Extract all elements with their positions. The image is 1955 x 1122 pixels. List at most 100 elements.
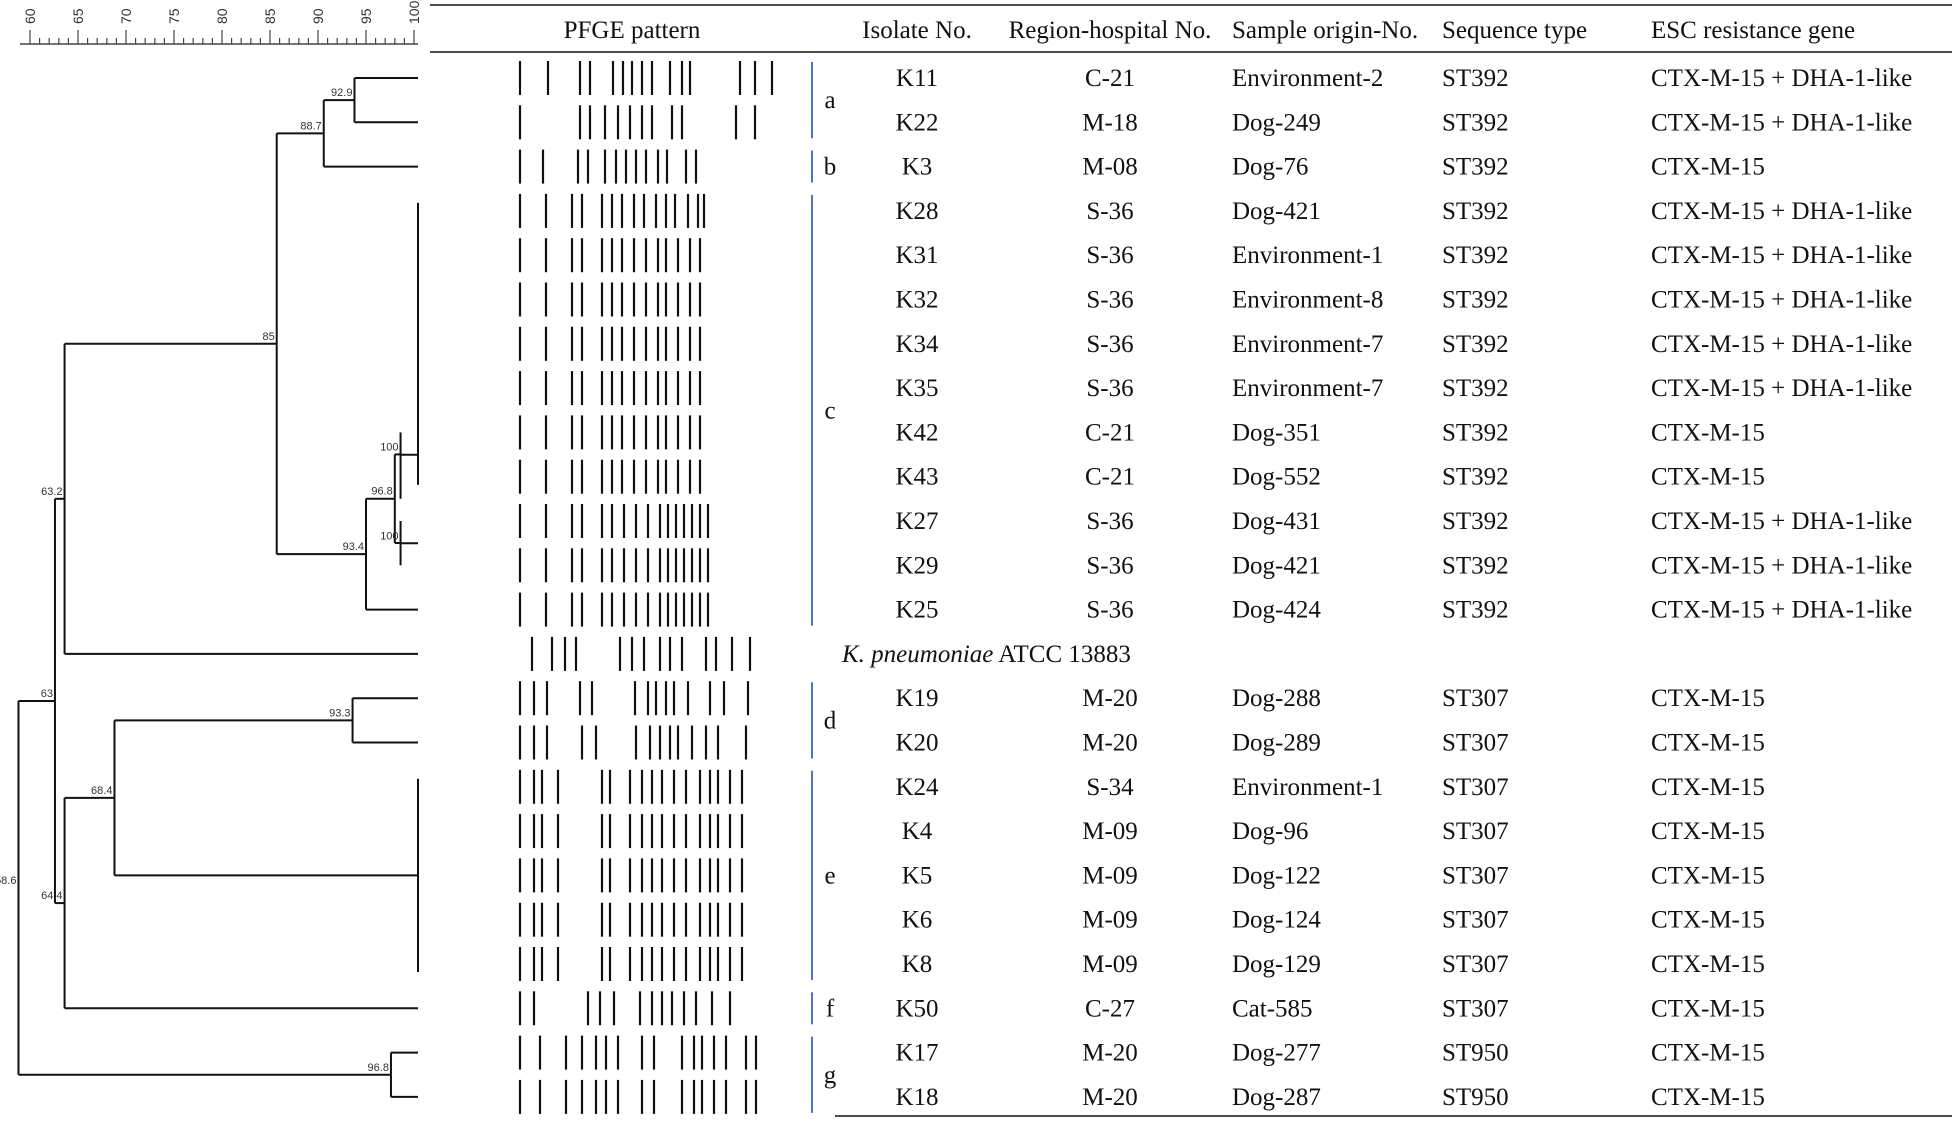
sequence-type: ST950 bbox=[1442, 1040, 1509, 1067]
table-row: K25 S-36 Dog-424 ST392 CTX-M-15 + DHA-1-like bbox=[895, 597, 1912, 624]
isolate-no: K19 bbox=[895, 685, 938, 712]
cluster-label: d bbox=[824, 707, 837, 734]
sequence-type: ST307 bbox=[1442, 862, 1509, 889]
table-row: K29 S-36 Dog-421 ST392 CTX-M-15 + DHA-1-like bbox=[895, 552, 1912, 579]
region-hospital-no: M-18 bbox=[1082, 109, 1138, 136]
node-similarity-label: 63.2 bbox=[41, 486, 62, 498]
node-similarity-label: 93.4 bbox=[343, 541, 364, 553]
sequence-type: ST307 bbox=[1442, 730, 1509, 757]
table-row: K22 M-18 Dog-249 ST392 CTX-M-15 + DHA-1-like bbox=[895, 109, 1912, 136]
region-hospital-no: M-09 bbox=[1082, 818, 1138, 845]
isolate-no: K43 bbox=[895, 464, 938, 491]
sequence-type: ST392 bbox=[1442, 508, 1509, 535]
table-row: K34 S-36 Environment-7 ST392 CTX-M-15 + DHA-… bbox=[895, 331, 1912, 358]
esc-resistance-gene: CTX-M-15 bbox=[1651, 419, 1765, 446]
region-hospital-no: S-36 bbox=[1086, 552, 1133, 579]
esc-resistance-gene: CTX-M-15 bbox=[1651, 818, 1765, 845]
sample-origin: Dog-421 bbox=[1232, 198, 1321, 225]
similarity-scale: 60 65 70 75 80 85 90 95 100 bbox=[20, 0, 422, 45]
dendrogram-tree bbox=[17, 77, 419, 1098]
node-similarity-label: 64.4 bbox=[41, 890, 62, 902]
table-row: K. pneumoniae ATCC 13883 bbox=[841, 641, 1131, 668]
pfge-band-patterns bbox=[518, 61, 774, 1114]
esc-resistance-gene: CTX-M-15 bbox=[1651, 995, 1765, 1022]
table-row: K18 M-20 Dog-287 ST950 CTX-M-15 bbox=[895, 1084, 1764, 1111]
sample-origin: Dog-431 bbox=[1232, 508, 1321, 535]
header-esc-resistance-gene: ESC resistance gene bbox=[1651, 17, 1855, 44]
scale-tick-label: 90 bbox=[310, 8, 326, 24]
table-header: PFGE pattern Isolate No. Region-hospital… bbox=[430, 4, 1952, 53]
table-row: K42 C-21 Dog-351 ST392 CTX-M-15 bbox=[895, 419, 1764, 446]
sample-origin: Dog-287 bbox=[1232, 1084, 1321, 1111]
scale-tick-label: 75 bbox=[166, 8, 182, 24]
sample-origin: Environment-1 bbox=[1232, 242, 1383, 269]
region-hospital-no: M-20 bbox=[1082, 685, 1138, 712]
region-hospital-no: S-36 bbox=[1086, 242, 1133, 269]
sequence-type: ST392 bbox=[1442, 552, 1509, 579]
region-hospital-no: S-36 bbox=[1086, 287, 1133, 314]
scale-tick-label: 85 bbox=[262, 8, 278, 24]
cluster-brackets: a b c d e f g bbox=[811, 62, 837, 1113]
scale-tick-label: 95 bbox=[358, 8, 374, 24]
reference-id: ATCC 13883 bbox=[993, 641, 1131, 668]
table-row: K31 S-36 Environment-1 ST392 CTX-M-15 + DHA-… bbox=[895, 242, 1912, 269]
esc-resistance-gene: CTX-M-15 + DHA-1-like bbox=[1651, 198, 1912, 225]
isolate-no: K28 bbox=[895, 198, 938, 225]
esc-resistance-gene: CTX-M-15 + DHA-1-like bbox=[1651, 508, 1912, 535]
scale-tick-label: 65 bbox=[70, 8, 86, 24]
node-similarity-label: 96.8 bbox=[371, 486, 392, 498]
isolate-no: K50 bbox=[895, 995, 938, 1022]
sequence-type: ST392 bbox=[1442, 464, 1509, 491]
sample-origin: Dog-351 bbox=[1232, 419, 1321, 446]
isolate-table: K11 C-21 Environment-2 ST392 CTX-M-15 + DHA-… bbox=[841, 65, 1912, 1111]
isolate-no: K24 bbox=[895, 774, 939, 801]
region-hospital-no: M-20 bbox=[1082, 1040, 1138, 1067]
table-row: K3 M-08 Dog-76 ST392 CTX-M-15 bbox=[902, 154, 1765, 181]
sequence-type: ST392 bbox=[1442, 242, 1509, 269]
table-row: K50 C-27 Cat-585 ST307 CTX-M-15 bbox=[895, 995, 1764, 1022]
region-hospital-no: M-09 bbox=[1082, 907, 1138, 934]
region-hospital-no: C-27 bbox=[1085, 995, 1135, 1022]
isolate-no: K25 bbox=[895, 597, 938, 624]
isolate-no: K3 bbox=[902, 154, 933, 181]
sequence-type: ST307 bbox=[1442, 907, 1509, 934]
esc-resistance-gene: CTX-M-15 bbox=[1651, 1040, 1765, 1067]
reference-species: K. pneumoniae bbox=[841, 641, 993, 668]
region-hospital-no: M-08 bbox=[1082, 154, 1138, 181]
sample-origin: Cat-585 bbox=[1232, 995, 1313, 1022]
sequence-type: ST307 bbox=[1442, 951, 1509, 978]
sample-origin: Dog-424 bbox=[1232, 597, 1321, 624]
sequence-type: ST392 bbox=[1442, 109, 1509, 136]
header-sequence-type: Sequence type bbox=[1442, 17, 1587, 44]
region-hospital-no: M-20 bbox=[1082, 730, 1138, 757]
sequence-type: ST392 bbox=[1442, 198, 1509, 225]
esc-resistance-gene: CTX-M-15 + DHA-1-like bbox=[1651, 109, 1912, 136]
region-hospital-no: S-36 bbox=[1086, 597, 1133, 624]
cluster-label: b bbox=[824, 154, 837, 181]
scale-tick-label: 70 bbox=[118, 8, 134, 24]
esc-resistance-gene: CTX-M-15 + DHA-1-like bbox=[1651, 65, 1912, 92]
region-hospital-no: S-36 bbox=[1086, 331, 1133, 358]
esc-resistance-gene: CTX-M-15 bbox=[1651, 154, 1765, 181]
isolate-no: K42 bbox=[895, 419, 938, 446]
sample-origin: Environment-8 bbox=[1232, 287, 1383, 314]
sequence-type: ST307 bbox=[1442, 685, 1509, 712]
node-similarity-label: 68.4 bbox=[91, 785, 112, 797]
header-pfge-pattern: PFGE pattern bbox=[564, 17, 701, 44]
node-similarity-label: 58.6 bbox=[0, 875, 16, 887]
node-similarity-label: 63 bbox=[41, 688, 53, 700]
esc-resistance-gene: CTX-M-15 bbox=[1651, 464, 1765, 491]
table-row: K8 M-09 Dog-129 ST307 CTX-M-15 bbox=[902, 951, 1765, 978]
node-similarity-label: 100 bbox=[380, 442, 398, 454]
sequence-type: ST392 bbox=[1442, 65, 1509, 92]
sequence-type: ST392 bbox=[1442, 154, 1509, 181]
sample-origin: Environment-7 bbox=[1232, 331, 1383, 358]
region-hospital-no: S-36 bbox=[1086, 375, 1133, 402]
esc-resistance-gene: CTX-M-15 bbox=[1651, 907, 1765, 934]
cluster-label: g bbox=[824, 1062, 837, 1089]
region-hospital-no: S-36 bbox=[1086, 198, 1133, 225]
sequence-type: ST307 bbox=[1442, 995, 1509, 1022]
region-hospital-no: S-34 bbox=[1086, 774, 1134, 801]
esc-resistance-gene: CTX-M-15 + DHA-1-like bbox=[1651, 287, 1912, 314]
node-similarity-label: 85 bbox=[262, 331, 274, 343]
